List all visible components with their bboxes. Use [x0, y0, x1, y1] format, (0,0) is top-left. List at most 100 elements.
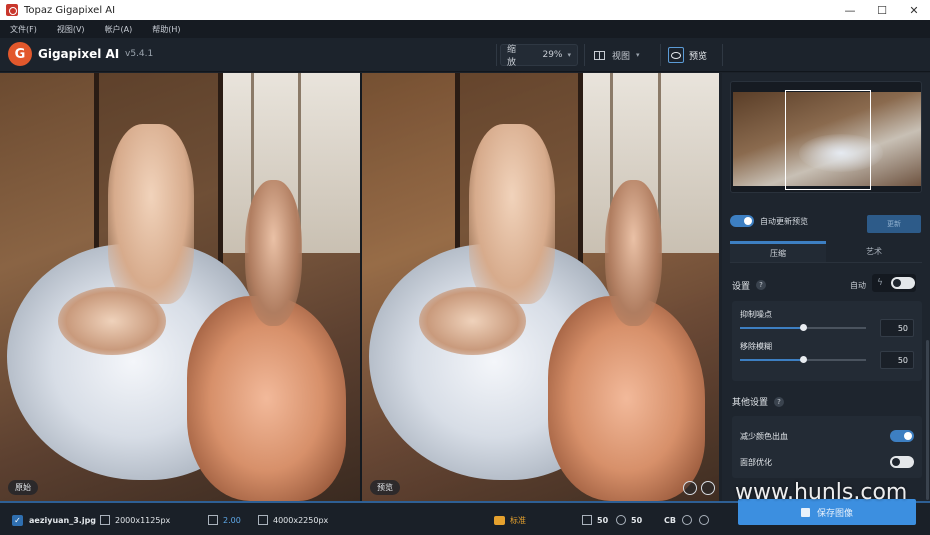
blur-drop-icon [616, 515, 626, 525]
help-icon[interactable]: ? [756, 280, 767, 290]
slider-thumb[interactable] [800, 324, 807, 331]
model-tabs: 压缩 艺术 [730, 241, 922, 263]
remove-blur-label: 移除模糊 [740, 342, 772, 351]
preview-label: 预览 [689, 51, 708, 62]
scale-factor[interactable]: 2.00 [208, 513, 241, 527]
remove-icon[interactable] [698, 515, 709, 525]
panel-icons [683, 481, 715, 495]
suppress-noise-value[interactable]: 50 [880, 319, 914, 337]
original-tag: 原始 [8, 480, 38, 495]
file-select[interactable]: ✓ aeziyuan_3.jpg [12, 513, 96, 527]
auto-update-label: 自动更新预览 [760, 216, 808, 226]
help-icon[interactable]: ? [774, 396, 785, 407]
view-label: 视图 [612, 51, 631, 62]
preview-image-panel[interactable]: 预览 [362, 73, 719, 501]
sidebar-scrollbar[interactable] [926, 340, 929, 500]
expand-arrows-icon [208, 515, 218, 525]
menu-help[interactable]: 帮助(H) [152, 24, 180, 35]
suppress-noise-slider-row: 抑制噪点 50 [740, 309, 914, 339]
face-refinement-toggle[interactable] [890, 456, 914, 468]
output-size: 4000x2250px [258, 513, 328, 527]
reduce-color-bleed-toggle[interactable] [890, 430, 914, 442]
title-bar: Topaz Gigapixel AI — ☐ ✕ [0, 0, 930, 20]
other-settings-header: 其他设置 ? [732, 395, 785, 408]
source-size-value: 2000x1125px [115, 515, 171, 525]
compare-icon[interactable] [701, 481, 715, 495]
save-disk-icon [800, 507, 810, 517]
suppress-noise-label: 抑制噪点 [740, 310, 772, 319]
lightning-icon: ϟ [877, 278, 883, 288]
file-name: aeziyuan_3.jpg [29, 515, 97, 525]
mode-value: 标准 [510, 515, 526, 525]
noise-summary-value: 50 [597, 515, 609, 525]
cb-label: CB [664, 515, 676, 525]
header-divider [660, 44, 661, 66]
window-title: Topaz Gigapixel AI [24, 4, 116, 16]
save-image-label: 保存图像 [816, 508, 853, 519]
brand-name: Gigapixel AI [38, 47, 120, 61]
navigator-viewport-frame[interactable] [785, 90, 871, 190]
eye-icon [668, 47, 684, 63]
noise-icon [582, 515, 592, 525]
other-settings-label: 其他设置 [732, 398, 769, 408]
watermark-text: www.hunls.com [735, 480, 908, 505]
model-mode[interactable]: 标准 [494, 513, 526, 527]
blur-summary-value: 50 [631, 515, 643, 525]
header-divider [496, 44, 497, 66]
maximize-button[interactable]: ☐ [866, 0, 898, 20]
split-view-icon [594, 50, 605, 60]
original-image-panel[interactable]: 原始 [0, 73, 360, 501]
topaz-app-icon [6, 4, 18, 16]
menu-account[interactable]: 帐户(A) [105, 24, 133, 35]
auto-settings-toggle[interactable] [890, 277, 915, 289]
face-refinement-label: 面部优化 [740, 457, 772, 467]
settings-label: 设置 [732, 281, 751, 292]
close-button[interactable]: ✕ [898, 0, 930, 20]
navigator-preview[interactable] [730, 81, 922, 193]
source-size: 2000x1125px [100, 513, 170, 527]
auto-update-row: 自动更新预览 [730, 215, 808, 227]
preview-button[interactable]: 预览 [668, 44, 718, 66]
preview-tag: 预览 [370, 480, 400, 495]
auto-update-toggle[interactable] [730, 215, 754, 227]
slider-fill [740, 327, 803, 329]
chevron-down-icon: ▾ [636, 51, 640, 59]
version-label: v5.4.1 [125, 49, 154, 59]
view-mode-dropdown[interactable]: 视图 ▾ [588, 44, 652, 66]
color-bleed-summary: CB [664, 513, 714, 527]
chevron-down-icon: ▾ [567, 51, 571, 59]
app-header: G Gigapixel AI v5.4.1 缩放 29% ▾ 视图 ▾ 预览 [0, 38, 930, 72]
noise-summary: 50 [582, 513, 608, 527]
slider-thumb[interactable] [800, 356, 807, 363]
original-photo [0, 73, 360, 501]
face-refinement-row: 面部优化 [740, 452, 914, 472]
slider-group: 抑制噪点 50 移除模糊 50 [732, 301, 922, 381]
image-size-icon [100, 515, 110, 525]
slider-fill [740, 359, 803, 361]
menu-bar: 文件(F) 视图(V) 帐户(A) 帮助(H) [0, 20, 930, 38]
face-detect-icon[interactable] [683, 481, 697, 495]
update-preview-button[interactable]: 更新 [867, 215, 921, 233]
preview-photo [362, 73, 719, 501]
menu-file[interactable]: 文件(F) [10, 24, 37, 35]
remove-blur-value[interactable]: 50 [880, 351, 914, 369]
face-icon [681, 515, 692, 525]
header-divider [584, 44, 585, 66]
other-settings-group: 减少颜色出血 面部优化 [732, 416, 922, 478]
blur-summary: 50 [616, 513, 642, 527]
reduce-color-bleed-row: 减少颜色出血 [740, 426, 914, 446]
file-checkbox[interactable]: ✓ [12, 514, 23, 526]
tab-compressed[interactable]: 压缩 [730, 241, 826, 262]
output-size-icon [258, 515, 268, 525]
scale-value: 2.00 [223, 515, 241, 525]
zoom-value: 29% [542, 50, 563, 60]
reduce-color-bleed-label: 减少颜色出血 [740, 431, 788, 441]
remove-blur-slider-row: 移除模糊 50 [740, 341, 914, 371]
menu-view[interactable]: 视图(V) [57, 24, 85, 35]
auto-label: 自动 [850, 280, 866, 290]
zoom-dropdown[interactable]: 缩放 29% ▾ [500, 44, 578, 68]
tab-art[interactable]: 艺术 [826, 241, 922, 262]
auto-settings-control: ϟ [872, 274, 916, 292]
minimize-button[interactable]: — [834, 0, 866, 20]
zoom-label: 缩放 [507, 45, 517, 68]
